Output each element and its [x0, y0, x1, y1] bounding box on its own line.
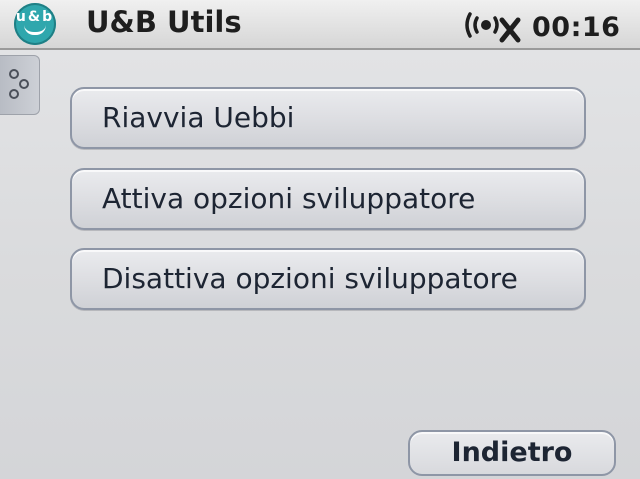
app-title: U&B Utils	[86, 5, 242, 39]
device-screen: u&b U&B Utils 00:16 Riavvia Uebbi Attiva…	[0, 0, 640, 479]
wireless-disconnected-icon	[465, 12, 521, 43]
back-button[interactable]: Indietro	[408, 430, 616, 476]
logo-smile	[24, 25, 46, 35]
side-menu-tab[interactable]	[0, 55, 40, 115]
logo-text: u&b	[15, 9, 55, 25]
app-logo-icon: u&b	[14, 3, 56, 45]
dots-menu-icon	[9, 69, 29, 99]
title-bar: u&b U&B Utils 00:16	[0, 0, 640, 50]
restart-uebbi-button[interactable]: Riavvia Uebbi	[70, 87, 586, 149]
disable-developer-options-button[interactable]: Disattiva opzioni sviluppatore	[70, 248, 586, 310]
status-clock: 00:16	[532, 12, 621, 43]
enable-developer-options-button[interactable]: Attiva opzioni sviluppatore	[70, 168, 586, 230]
